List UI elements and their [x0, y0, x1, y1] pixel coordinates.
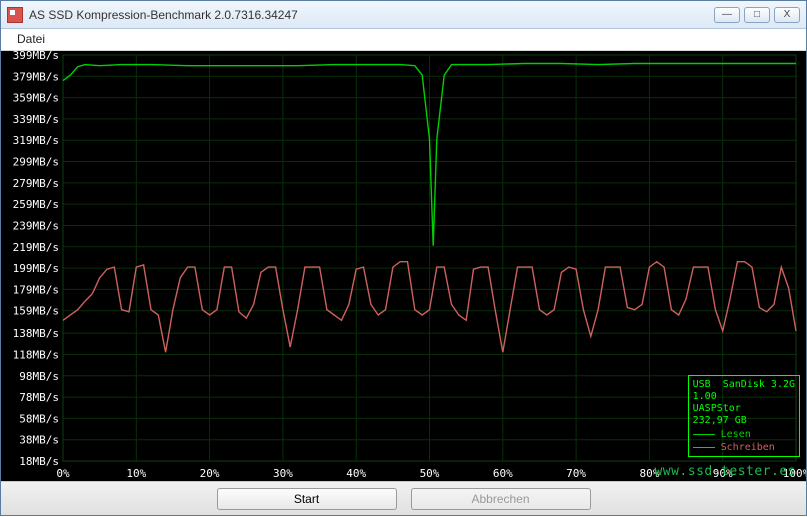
legend-read: Lesen [693, 429, 795, 440]
svg-text:319MB/s: 319MB/s [13, 134, 59, 147]
app-window: AS SSD Kompression-Benchmark 2.0.7316.34… [0, 0, 807, 516]
svg-text:58MB/s: 58MB/s [19, 412, 59, 425]
svg-text:10%: 10% [126, 467, 146, 480]
svg-text:399MB/s: 399MB/s [13, 51, 59, 62]
svg-text:339MB/s: 339MB/s [13, 113, 59, 126]
svg-text:38MB/s: 38MB/s [19, 434, 59, 447]
legend-write-label: Schreiben [721, 442, 775, 453]
watermark: www.ssd-tester.es [654, 464, 796, 479]
svg-text:0%: 0% [56, 467, 70, 480]
svg-text:98MB/s: 98MB/s [19, 370, 59, 383]
menubar: Datei [1, 29, 806, 51]
svg-text:40%: 40% [346, 467, 366, 480]
svg-text:379MB/s: 379MB/s [13, 70, 59, 83]
legend-read-line-icon [693, 434, 715, 435]
svg-text:359MB/s: 359MB/s [13, 92, 59, 105]
svg-text:239MB/s: 239MB/s [13, 219, 59, 232]
svg-text:299MB/s: 299MB/s [13, 156, 59, 169]
svg-text:20%: 20% [200, 467, 220, 480]
minimize-button[interactable]: — [714, 7, 740, 23]
svg-text:18MB/s: 18MB/s [19, 455, 59, 468]
window-title: AS SSD Kompression-Benchmark 2.0.7316.34… [29, 8, 714, 22]
chart-svg: 399MB/s 379MB/s 359MB/s 339MB/s 319MB/s 299MB… [1, 51, 806, 481]
bottombar: Start Abbrechen [1, 481, 806, 515]
menu-datei[interactable]: Datei [11, 30, 51, 48]
chart-area: 399MB/s 379MB/s 359MB/s 339MB/s 319MB/s 299MB… [1, 51, 806, 481]
start-button[interactable]: Start [217, 488, 397, 510]
svg-text:159MB/s: 159MB/s [13, 305, 59, 318]
svg-text:199MB/s: 199MB/s [13, 262, 59, 275]
svg-text:50%: 50% [420, 467, 440, 480]
abort-button[interactable]: Abbrechen [411, 488, 591, 510]
svg-text:60%: 60% [493, 467, 513, 480]
legend-box: USB SanDisk 3.2G 1.00 UASPStor 232,97 GB… [688, 375, 800, 457]
window-buttons: — □ X [714, 7, 800, 23]
maximize-button[interactable]: □ [744, 7, 770, 23]
svg-text:179MB/s: 179MB/s [13, 283, 59, 296]
svg-text:138MB/s: 138MB/s [13, 327, 59, 340]
legend-write-line-icon [693, 447, 715, 448]
svg-text:70%: 70% [566, 467, 586, 480]
legend-read-label: Lesen [721, 429, 751, 440]
svg-text:30%: 30% [273, 467, 293, 480]
legend-write: Schreiben [693, 442, 795, 453]
svg-text:259MB/s: 259MB/s [13, 198, 59, 211]
svg-text:118MB/s: 118MB/s [13, 348, 59, 361]
svg-text:219MB/s: 219MB/s [13, 241, 59, 254]
svg-text:78MB/s: 78MB/s [19, 391, 59, 404]
svg-text:279MB/s: 279MB/s [13, 177, 59, 190]
close-button[interactable]: X [774, 7, 800, 23]
titlebar[interactable]: AS SSD Kompression-Benchmark 2.0.7316.34… [1, 1, 806, 29]
device-info: USB SanDisk 3.2G 1.00 UASPStor 232,97 GB [693, 379, 795, 427]
app-icon [7, 7, 23, 23]
